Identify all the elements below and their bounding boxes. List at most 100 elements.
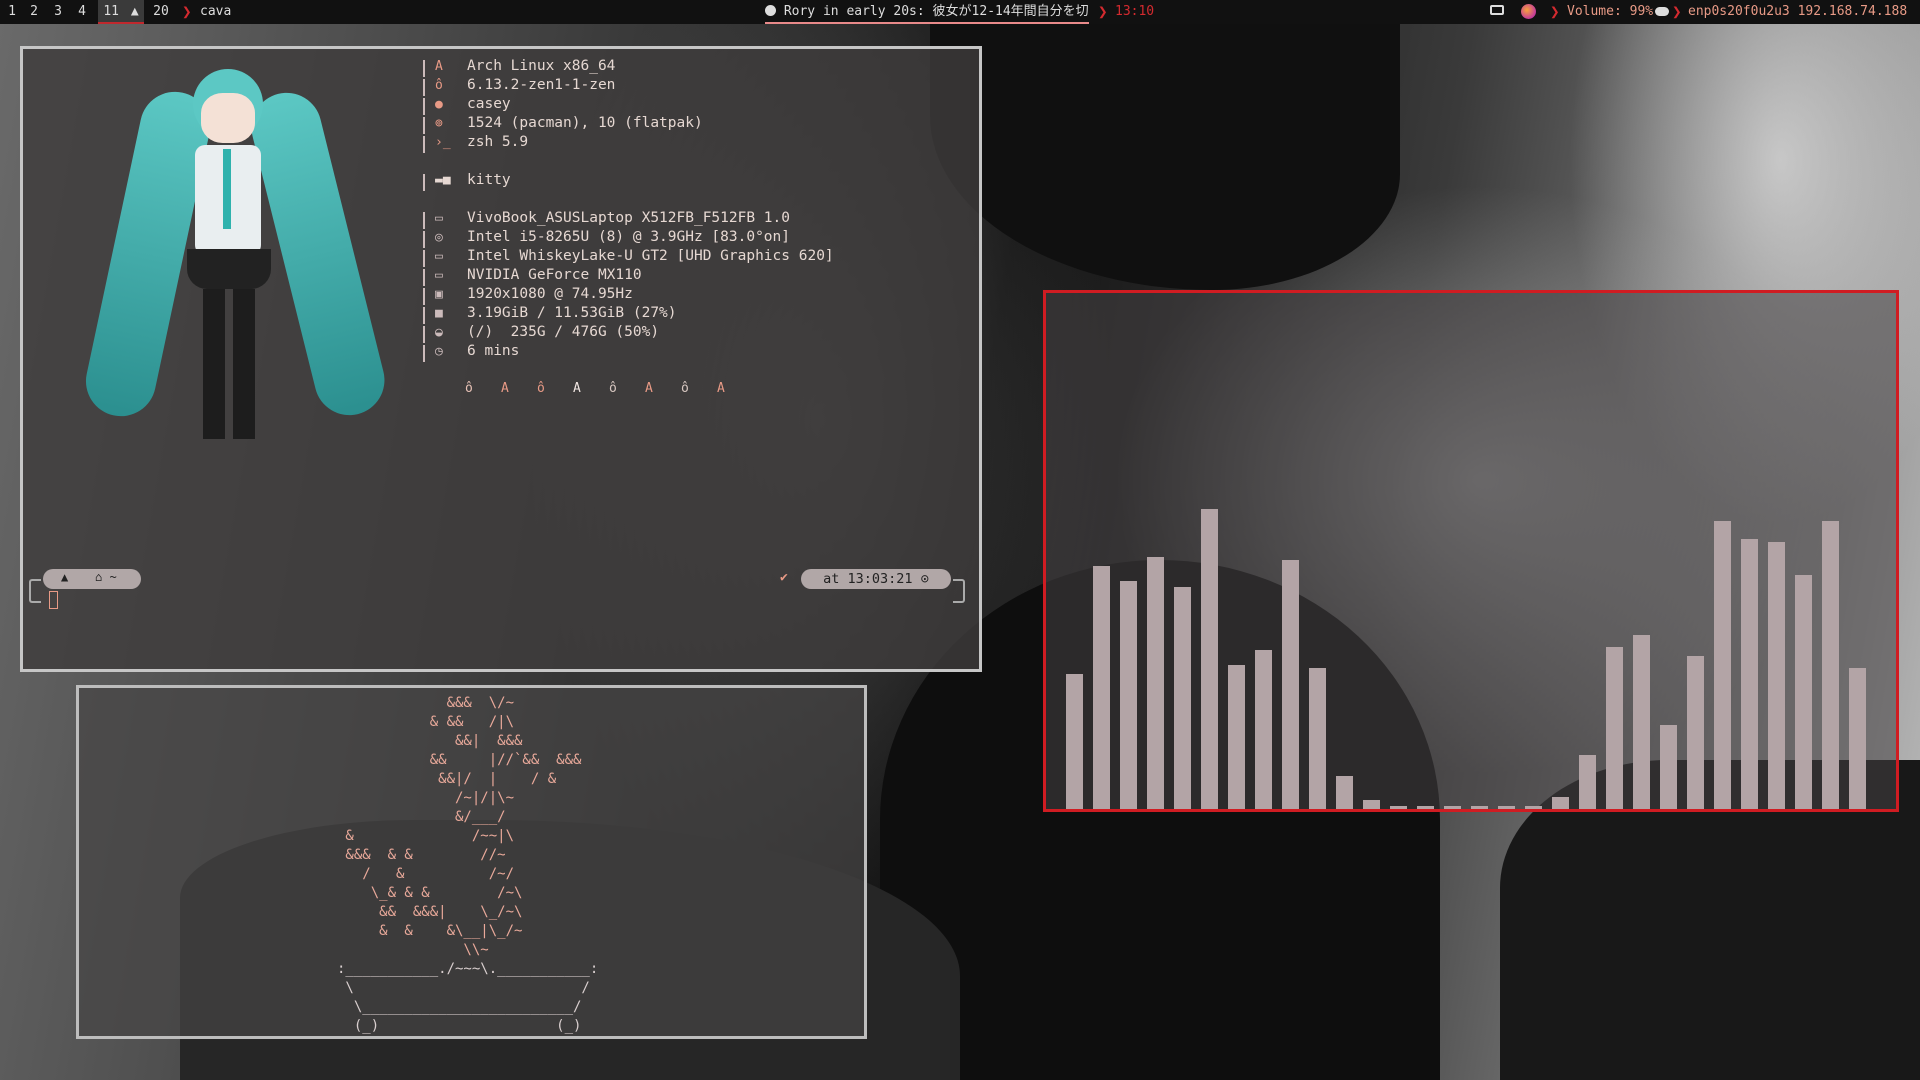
ascii-line: \_________________________/ <box>337 999 582 1015</box>
palette-glyph: A <box>717 381 725 396</box>
ascii-line: &&& \/~ <box>337 695 515 711</box>
media-title: Rory in early 20s: 彼女が12-14年間自分を切 <box>783 4 1089 19</box>
audio-bar <box>1822 521 1839 809</box>
ascii-line: & /~~|\ <box>337 828 515 844</box>
info-disk: (/) 235G / 476G (50%) <box>467 324 660 340</box>
workspace-4[interactable]: 4 <box>74 0 90 24</box>
ascii-line: && &&&| \_/~\ <box>337 904 523 920</box>
separator-arrow-icon: ❯ <box>1672 2 1682 21</box>
palette-glyph: A <box>501 381 509 396</box>
ascii-bonsai: &&& \/~ & && /|\ &&| &&& && |//`&& &&& &… <box>337 694 598 1036</box>
status-check-icon: ✔ <box>780 570 788 585</box>
audio-bar <box>1417 806 1434 809</box>
terminal-icon: ▬■ <box>423 173 453 191</box>
kernel-icon: ô <box>423 78 453 96</box>
media-widget[interactable]: Rory in early 20s: 彼女が12-14年間自分を切 <box>765 0 1089 24</box>
audio-bar <box>1687 656 1704 809</box>
palette-glyph: ô <box>609 381 617 396</box>
ascii-line: & & &\__|\_/~ <box>337 923 523 939</box>
workspace-11[interactable]: 11 ▲ <box>98 0 144 24</box>
info-shell: zsh 5.9 <box>467 134 529 150</box>
os-icon: A <box>423 59 453 77</box>
user-icon: ● <box>423 97 453 115</box>
cursor[interactable] <box>49 591 58 609</box>
uptime-icon: ◷ <box>423 344 453 362</box>
workspace-1[interactable]: 1 <box>4 0 20 24</box>
gpu-icon: ▭ <box>423 249 453 267</box>
audio-bar <box>1363 800 1380 809</box>
network-indicator[interactable]: enp0s20f0u2u3 192.168.74.188 <box>1688 0 1907 24</box>
audio-bar <box>1579 755 1596 809</box>
audio-bar <box>1444 806 1461 809</box>
window-title: cava <box>200 4 232 19</box>
prompt-left-bracket <box>29 579 41 603</box>
ascii-line: &&| &&& <box>337 733 523 749</box>
palette-glyph: A <box>573 381 581 396</box>
info-cpu: Intel i5-8265U (8) @ 3.9GHz [83.0°on] <box>467 229 791 245</box>
audio-bar <box>1768 542 1785 809</box>
audio-bar <box>1498 806 1515 809</box>
prompt-right-bracket <box>953 579 965 603</box>
ascii-line: &&& & & //~ <box>337 847 506 863</box>
palette-glyph: A <box>645 381 653 396</box>
workspace-3[interactable]: 3 <box>50 0 66 24</box>
separator-arrow-icon: ❯ <box>1098 2 1108 21</box>
ascii-line: & && /|\ <box>337 714 515 730</box>
ascii-line: :___________./~~~\.___________: <box>337 961 599 977</box>
audio-bar <box>1174 587 1191 809</box>
palette-glyph: ô <box>537 381 545 396</box>
monitor-icon[interactable] <box>1490 5 1504 15</box>
cbonsai-terminal-window[interactable]: &&& \/~ & && /|\ &&| &&& && |//`&& &&& &… <box>76 685 867 1039</box>
audio-bars <box>1066 313 1876 809</box>
info-memory: 3.19GiB / 11.53GiB (27%) <box>467 305 677 321</box>
workspace-2[interactable]: 2 <box>26 0 42 24</box>
info-os: Arch Linux x86_64 <box>467 58 616 74</box>
workspace-20[interactable]: 20 <box>150 0 172 24</box>
info-kernel: 6.13.2-zen1-1-zen <box>467 77 616 93</box>
info-gpu2: NVIDIA GeForce MX110 <box>467 267 642 283</box>
audio-bar <box>1606 647 1623 809</box>
ascii-line: /~|/|\~ <box>337 790 515 806</box>
host-icon: ▭ <box>423 211 453 229</box>
audio-bar <box>1093 566 1110 809</box>
info-terminal: kitty <box>467 172 511 188</box>
audio-bar <box>1120 581 1137 809</box>
separator-arrow-icon: ❯ <box>182 2 192 21</box>
arch-icon: ▲ <box>61 570 69 584</box>
info-display: 1920x1080 @ 74.95Hz <box>467 286 633 302</box>
toggle-icon[interactable] <box>1655 7 1669 16</box>
info-uptime: 6 mins <box>467 343 520 359</box>
audio-bar <box>1336 776 1353 809</box>
gpu2-icon: ▭ <box>423 268 453 286</box>
audio-bar <box>1228 665 1245 809</box>
clock[interactable]: 13:10 <box>1115 0 1154 24</box>
fastfetch-terminal-window[interactable]: A ô ● ⊚ ›_ ▬■ ▭ ◎ ▭ ▭ ▣ ■ ◒ ◷ Arch Linux… <box>20 46 982 672</box>
audio-bar <box>1201 509 1218 809</box>
audio-bar <box>1471 806 1488 809</box>
cpu-icon: ◎ <box>423 230 453 248</box>
ascii-line: / & /~/ <box>337 866 515 882</box>
volume-indicator[interactable]: Volume: 99% <box>1567 0 1653 24</box>
info-packages: 1524 (pacman), 10 (flatpak) <box>467 115 703 131</box>
workspace-11-label: 11 <box>103 4 119 19</box>
audio-bar <box>1309 668 1326 809</box>
ascii-line: \ / <box>337 980 590 996</box>
ascii-line: &/___/ <box>337 809 506 825</box>
ascii-line: && |//`&& &&& <box>337 752 582 768</box>
info-host: VivoBook_ASUSLaptop X512FB_F512FB 1.0 <box>467 210 791 226</box>
audio-bar <box>1147 557 1164 809</box>
audio-bar <box>1849 668 1866 809</box>
ascii-line: \\~ <box>337 942 489 958</box>
palette-glyph: ô <box>465 381 473 396</box>
memory-icon: ■ <box>423 306 453 324</box>
display-icon: ▣ <box>423 287 453 305</box>
audio-bar <box>1633 635 1650 809</box>
browser-tray-icon[interactable] <box>1521 4 1536 19</box>
time-segment: at 13:03:21 ⊙ <box>801 569 951 589</box>
audio-bar <box>1066 674 1083 809</box>
ascii-line: (_) (_) <box>337 1018 582 1034</box>
cava-visualizer-window[interactable] <box>1043 290 1899 812</box>
media-player-icon <box>765 5 776 16</box>
palette-glyph: ô <box>681 381 689 396</box>
disk-icon: ◒ <box>423 325 453 343</box>
